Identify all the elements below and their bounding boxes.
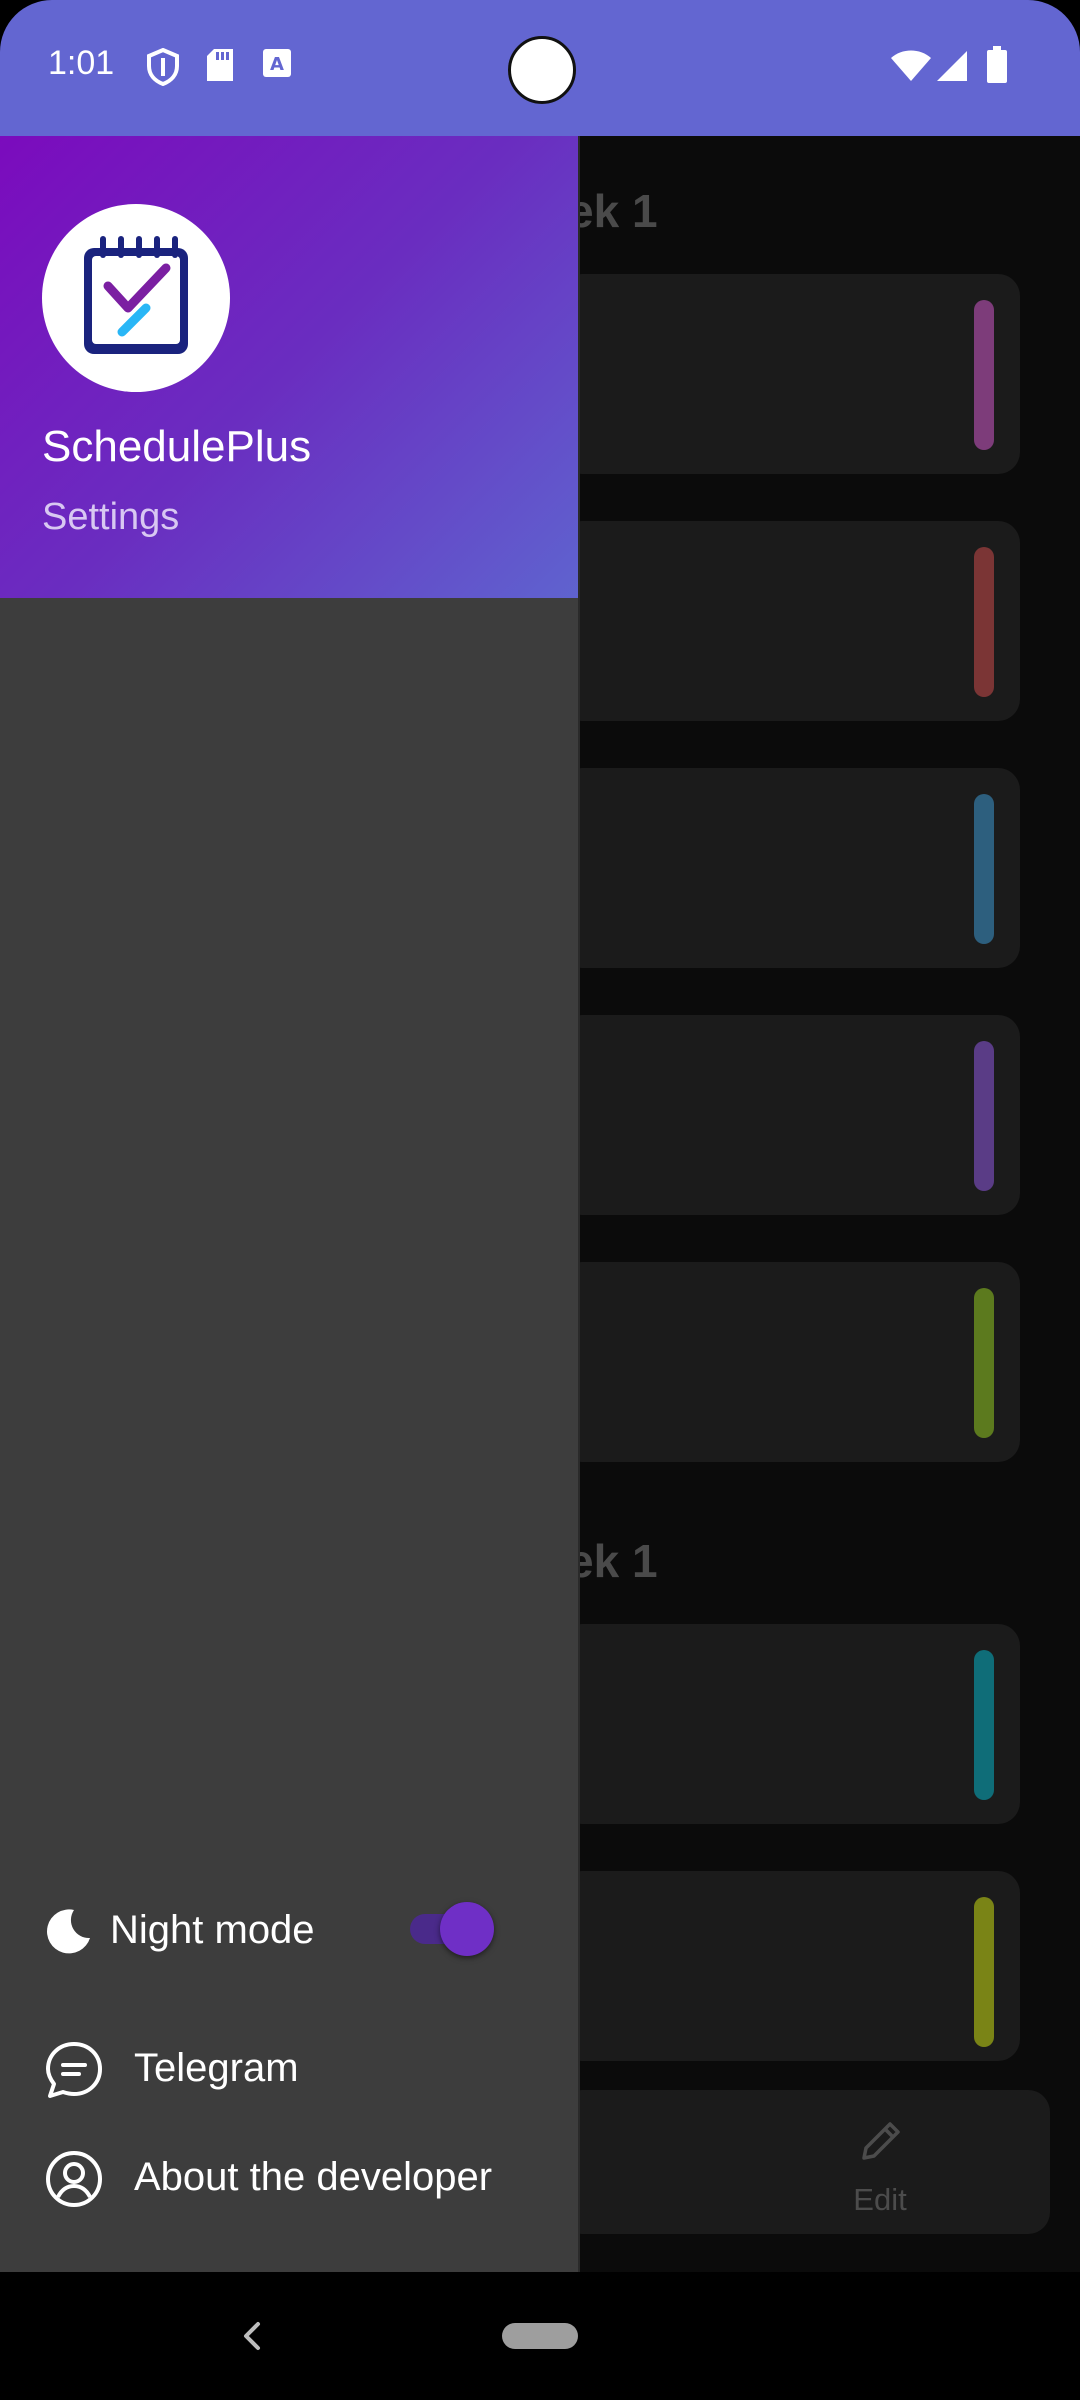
app-logo (42, 204, 230, 392)
back-chevron-icon[interactable] (232, 2316, 272, 2356)
bottom-action-bar (560, 2090, 1050, 2234)
week-label: ek 1 (568, 1535, 658, 1587)
edit-label: Edit (853, 2182, 907, 2217)
drawer-subtitle: Settings (42, 496, 180, 538)
lesson-card[interactable] (560, 274, 1020, 474)
telegram-label: Telegram (134, 2046, 299, 2090)
card-accent (974, 794, 994, 944)
signal-icon (936, 50, 968, 86)
card-accent (974, 300, 994, 450)
drawer-header: SchedulePlus Settings (0, 136, 578, 598)
lesson-card[interactable] (560, 521, 1020, 721)
card-accent (974, 547, 994, 697)
sd-card-icon (206, 48, 234, 86)
camera-cutout (508, 36, 576, 104)
lesson-card[interactable] (560, 1262, 1020, 1462)
telegram-item[interactable]: Telegram (44, 2032, 564, 2112)
status-time: 1:01 (48, 44, 115, 82)
keyboard-a-icon: A (262, 48, 292, 82)
chat-bubble-icon (44, 2040, 104, 2100)
wifi-icon (890, 50, 932, 86)
navigation-drawer: SchedulePlus Settings Night mode Telegra… (0, 136, 580, 2272)
home-pill-icon[interactable] (502, 2323, 578, 2349)
moon-icon (44, 1902, 104, 1962)
shield-icon (146, 47, 180, 90)
calendar-check-icon (76, 234, 196, 364)
card-accent (974, 1650, 994, 1800)
card-accent (974, 1897, 994, 2047)
lesson-card[interactable] (560, 1871, 1020, 2061)
lesson-card[interactable] (560, 768, 1020, 968)
night-mode-toggle[interactable] (410, 1900, 494, 1956)
card-accent (974, 1041, 994, 1191)
week-label: ek 1 (568, 185, 658, 237)
about-developer-item[interactable]: About the developer (44, 2141, 564, 2221)
lesson-card[interactable] (560, 1624, 1020, 1824)
svg-text:A: A (270, 54, 284, 75)
card-accent (974, 1288, 994, 1438)
lesson-card[interactable] (560, 1015, 1020, 1215)
about-developer-label: About the developer (134, 2155, 493, 2199)
night-mode-label: Night mode (110, 1908, 315, 1952)
battery-icon (986, 46, 1008, 88)
status-bar: 1:01 A (0, 0, 1080, 136)
user-circle-icon (44, 2149, 104, 2209)
pencil-icon (856, 2116, 906, 2170)
app-name: SchedulePlus (42, 422, 312, 471)
edit-button[interactable]: Edit (820, 2110, 940, 2220)
toggle-thumb (440, 1902, 494, 1956)
